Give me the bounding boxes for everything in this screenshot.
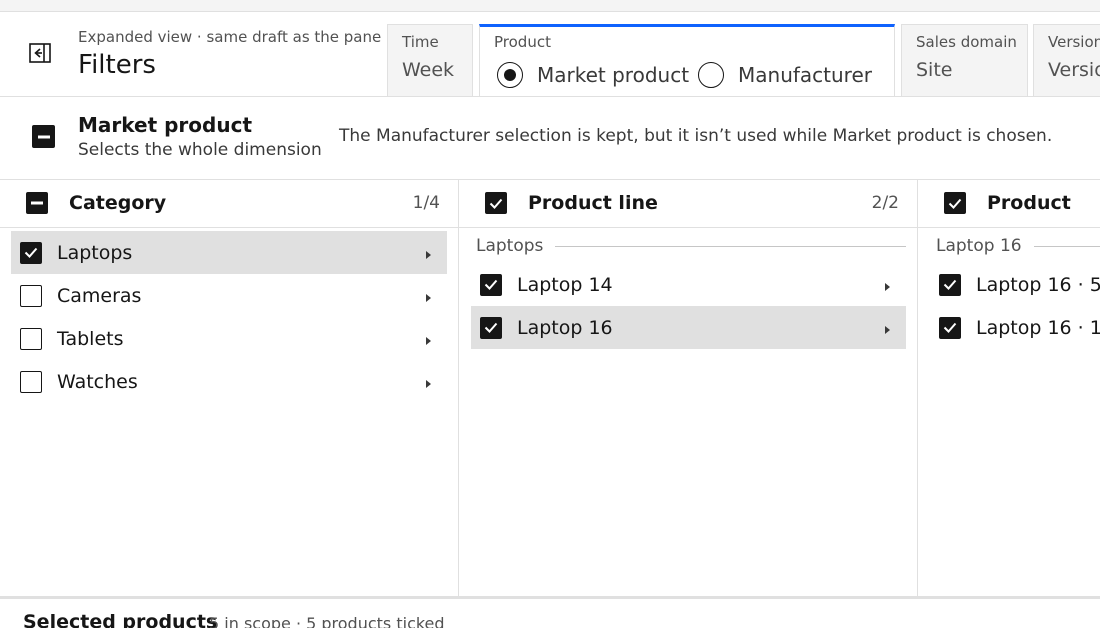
version-value: Version (1048, 59, 1100, 81)
checkbox-checked-icon[interactable] (939, 316, 961, 339)
product-line-select-all-checkbox[interactable] (485, 192, 507, 214)
caret-right-icon (423, 332, 433, 345)
product-line-column: Product line 2/2 Laptops Laptop 14 Lapto… (459, 180, 918, 596)
product-line-group-text: Laptops (476, 236, 544, 256)
group-divider (1033, 245, 1100, 247)
manufacturer-radio[interactable]: Manufacturer (698, 62, 872, 88)
category-row-laptops[interactable]: Laptops (11, 231, 447, 274)
checkbox-checked-icon[interactable] (939, 273, 961, 296)
category-row-cameras[interactable]: Cameras (11, 274, 447, 317)
selected-products-bar: Selected products 5 in scope · 5 product… (0, 596, 1100, 628)
banner-note: The Manufacturer selection is kept, but … (339, 126, 1053, 146)
selected-products-title: Selected products (23, 611, 218, 628)
category-row-watches[interactable]: Watches (11, 360, 447, 403)
checkbox-checked-icon[interactable] (480, 273, 502, 296)
category-select-all-checkbox[interactable] (26, 192, 48, 214)
product-row-label: Laptop 16 · 512 GB (976, 273, 1100, 296)
product-column-header: Product (918, 180, 1100, 228)
product-line-column-title: Product line (528, 192, 658, 214)
time-tile[interactable]: Time Week (387, 24, 473, 97)
product-line-group-label: Laptops (476, 236, 907, 256)
caret-right-icon (423, 375, 433, 388)
checkbox-unchecked-icon[interactable] (20, 370, 42, 393)
time-label: Time (402, 33, 439, 51)
collapse-panel-button[interactable] (26, 41, 54, 69)
page-title: Filters (78, 50, 156, 80)
category-row-label: Watches (57, 370, 138, 393)
market-product-radio[interactable]: Market product (497, 62, 689, 88)
group-divider (555, 245, 907, 247)
radio-selected-icon (497, 62, 523, 88)
selected-products-summary: 5 in scope · 5 products ticked (209, 614, 445, 628)
hierarchy-columns: Category 1/4 Laptops Cameras Tablets Wat… (0, 180, 1100, 596)
product-line-row-laptop-14[interactable]: Laptop 14 (471, 263, 906, 306)
product-line-row-label: Laptop 14 (517, 273, 613, 296)
caret-right-icon (423, 246, 433, 259)
version-label: Version (1048, 33, 1100, 51)
category-row-label: Tablets (57, 327, 124, 350)
time-value: Week (402, 59, 455, 81)
radio-unselected-icon (698, 62, 724, 88)
product-line-column-header: Product line 2/2 (459, 180, 917, 228)
market-product-radio-label: Market product (537, 63, 690, 87)
dimension-banner: Market product Selects the whole dimensi… (0, 97, 1100, 180)
product-group-text: Laptop 16 (936, 236, 1022, 256)
product-group-label: Laptop 16 (936, 236, 1100, 256)
sales-domain-label: Sales domain (916, 33, 1017, 51)
checkbox-unchecked-icon[interactable] (20, 327, 42, 350)
version-tile[interactable]: Version Version (1033, 24, 1100, 97)
category-column-title: Category (69, 192, 167, 214)
category-row-label: Laptops (57, 241, 133, 264)
product-column-title: Product (987, 192, 1071, 214)
product-row-laptop-16-512gb[interactable]: Laptop 16 · 512 GB (930, 263, 1100, 306)
product-row-laptop-16-1tb[interactable]: Laptop 16 · 1 TB (930, 306, 1100, 349)
product-line-row-label: Laptop 16 (517, 316, 613, 339)
sales-domain-value: Site (916, 59, 953, 81)
checkbox-checked-icon[interactable] (480, 316, 502, 339)
product-label: Product (494, 33, 551, 51)
caret-right-icon (423, 289, 433, 302)
product-tile: Product Market product Manufacturer (479, 24, 895, 97)
dimension-checkbox[interactable] (32, 125, 55, 148)
category-row-tablets[interactable]: Tablets (11, 317, 447, 360)
category-column-header: Category 1/4 (0, 180, 458, 228)
caret-right-icon (882, 321, 892, 334)
collapse-panel-icon (29, 43, 51, 67)
manufacturer-radio-label: Manufacturer (738, 63, 872, 87)
top-strip (0, 0, 1100, 12)
header-subtitle: Expanded view · same draft as the pane (78, 28, 382, 46)
product-select-all-checkbox[interactable] (944, 192, 966, 214)
checkbox-checked-icon[interactable] (20, 241, 42, 264)
banner-title: Market product (78, 113, 253, 137)
sales-domain-tile[interactable]: Sales domain Site (901, 24, 1028, 97)
category-count: 1/4 (412, 193, 440, 213)
category-column: Category 1/4 Laptops Cameras Tablets Wat… (0, 180, 459, 596)
product-line-row-laptop-16[interactable]: Laptop 16 (471, 306, 906, 349)
product-line-count: 2/2 (871, 193, 899, 213)
banner-subtitle: Selects the whole dimension (78, 140, 322, 160)
checkbox-unchecked-icon[interactable] (20, 284, 42, 307)
category-row-label: Cameras (57, 284, 142, 307)
product-row-label: Laptop 16 · 1 TB (976, 316, 1100, 339)
filters-header: Expanded view · same draft as the pane F… (0, 12, 1100, 97)
caret-right-icon (882, 278, 892, 291)
product-column: Product Laptop 16 Laptop 16 · 512 GB Lap… (918, 180, 1100, 596)
